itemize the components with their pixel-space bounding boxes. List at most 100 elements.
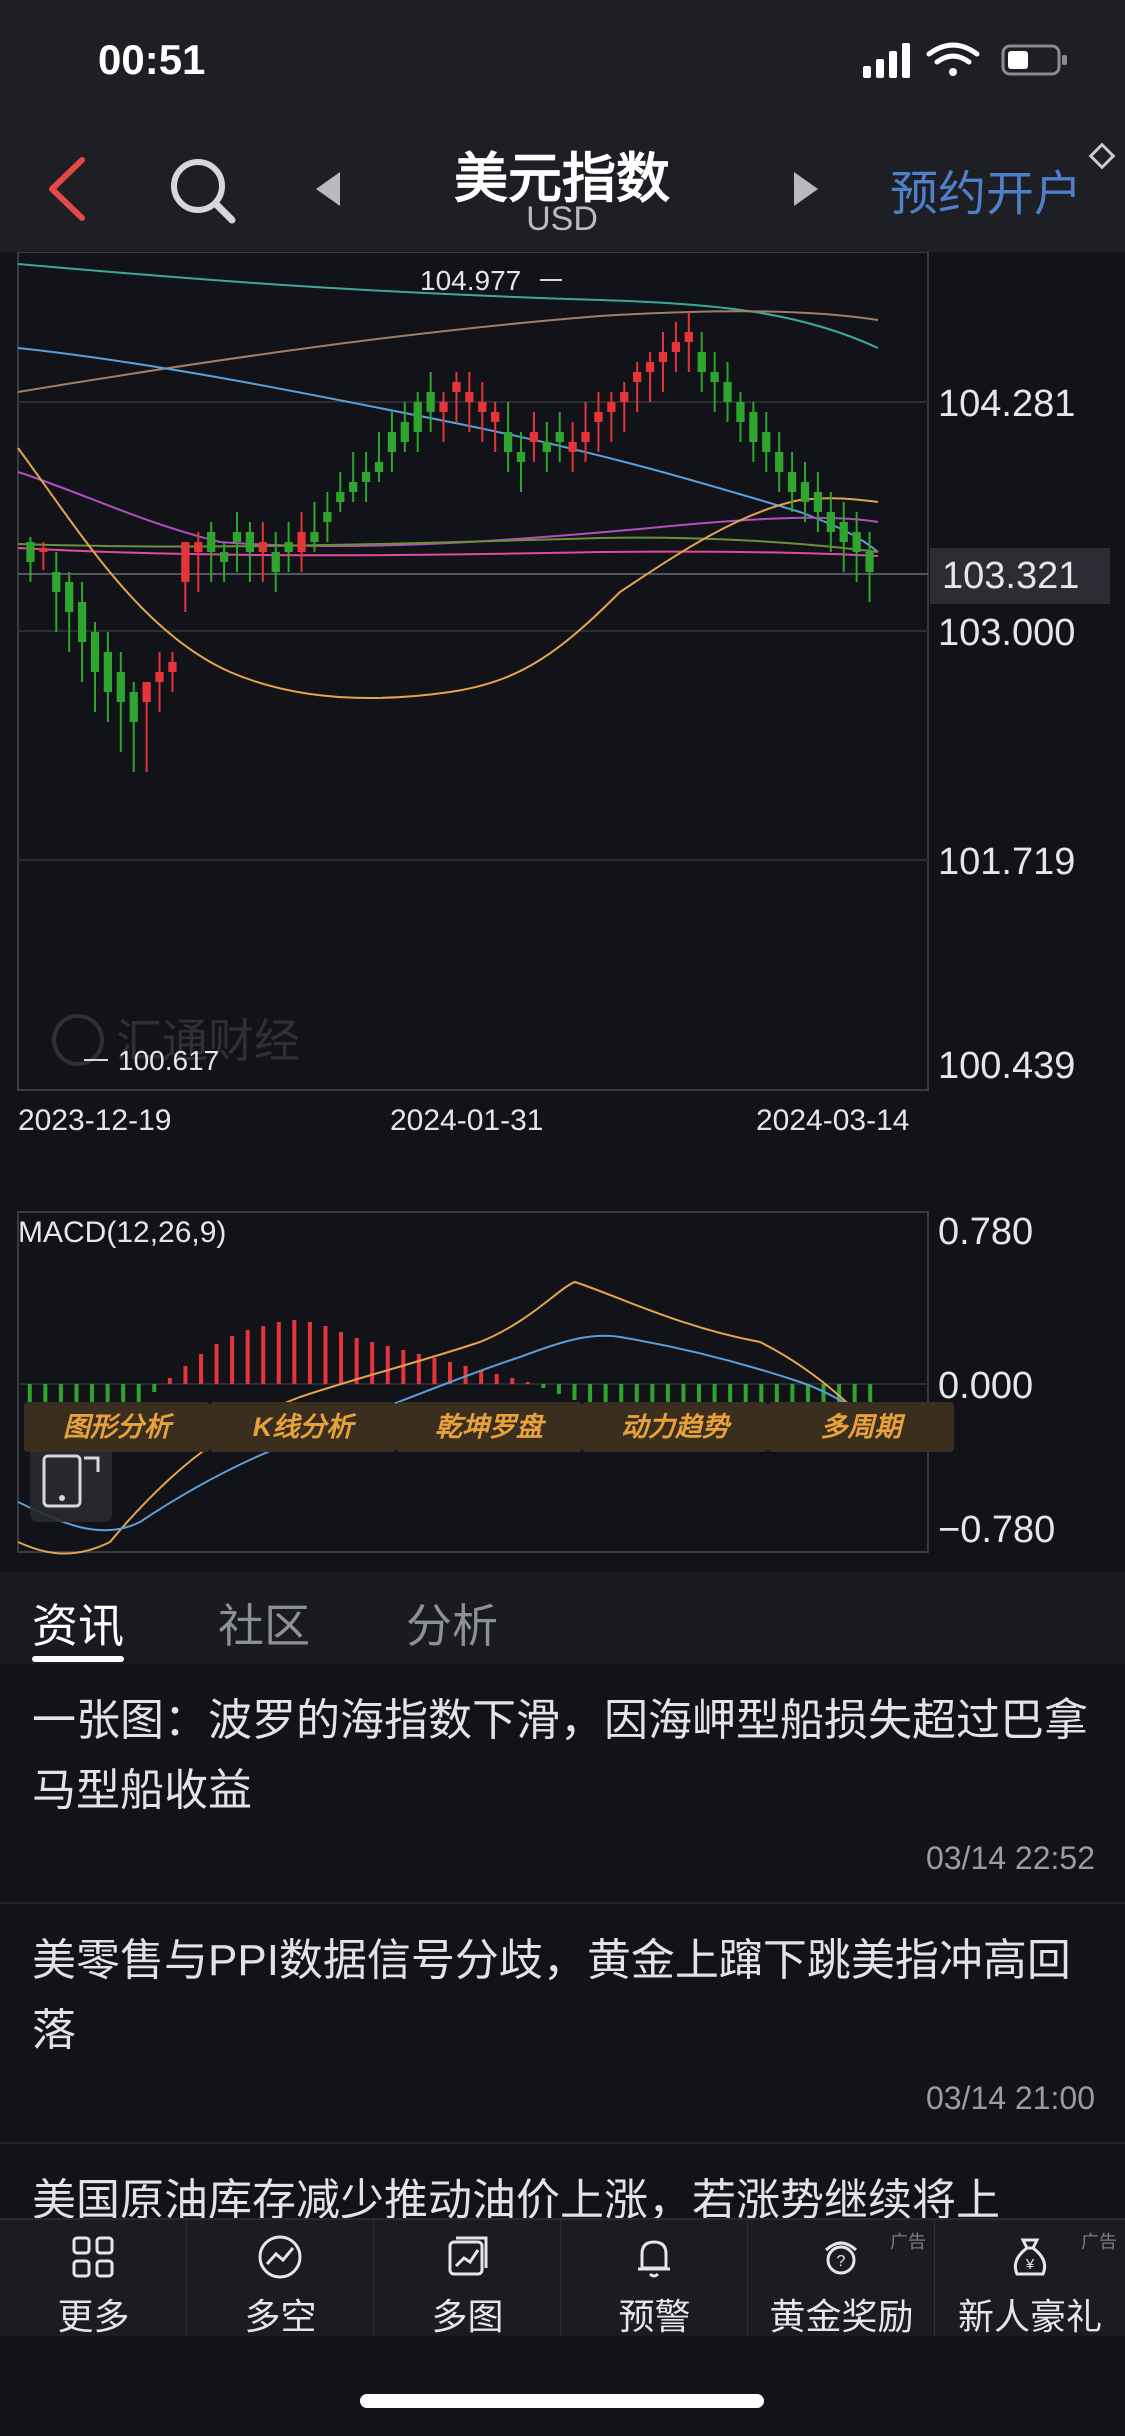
candle-body — [542, 442, 551, 452]
x-tick-label: 2023-12-19 — [18, 1104, 171, 1137]
low-price-label: 100.617 — [118, 1045, 219, 1076]
candle-body — [658, 352, 668, 362]
expand-icon[interactable] — [1088, 142, 1118, 172]
candle-body — [387, 432, 397, 452]
candle-body — [465, 392, 474, 402]
trend-circle-icon — [258, 2235, 302, 2279]
news-title: 一张图：波罗的海指数下滑，因海岬型船损失超过巴拿马型船收益 — [32, 1696, 1088, 1815]
y-tick-label: 103.000 — [938, 612, 1075, 654]
candle-body — [26, 542, 35, 562]
active-tab-indicator — [32, 1656, 124, 1662]
candle-body — [361, 472, 371, 482]
tool-button-compass[interactable]: 乾坤罗盘 — [396, 1402, 582, 1452]
tool-button-pattern-analysis[interactable]: 图形分析 — [24, 1402, 210, 1452]
back-icon[interactable] — [40, 154, 100, 224]
signal-icon — [863, 43, 910, 78]
candle-body — [568, 442, 577, 452]
news-time: 03/14 22:52 — [925, 1840, 1095, 1876]
ma-line-orange — [17, 447, 879, 699]
candle-body — [52, 572, 61, 592]
candle-body — [581, 432, 590, 442]
toolbar-label: 黄金奖励 — [769, 2296, 914, 2337]
tab-community[interactable]: 社区 — [218, 1590, 310, 1656]
candle-body — [749, 412, 758, 442]
high-price-label: 104.977 — [420, 265, 521, 296]
prev-symbol-icon[interactable] — [308, 166, 348, 212]
news-title: 美零售与PPI数据信号分歧，黄金上蹿下跳美指冲高回落 — [32, 1936, 1071, 2055]
candle-body — [555, 432, 564, 442]
candle-body — [826, 512, 835, 532]
news-time: 03/14 21:00 — [925, 2080, 1095, 2116]
candle-body — [413, 402, 422, 432]
tab-analysis[interactable]: 分析 — [406, 1590, 498, 1656]
candle-body — [426, 392, 435, 412]
toolbar-newbie-gift[interactable]: 广告 ¥ 新人豪礼 — [935, 2220, 1125, 2337]
home-area — [0, 2336, 1125, 2436]
reserve-account-button[interactable]: 预约开户 — [890, 154, 1082, 224]
main-chart-frame — [17, 252, 929, 1091]
grid-icon — [72, 2236, 114, 2278]
ad-tag: 广告 — [890, 2232, 926, 2252]
tab-news[interactable]: 资讯 — [32, 1590, 124, 1656]
list-item[interactable]: 美零售与PPI数据信号分歧，黄金上蹿下跳美指冲高回落 03/14 21:00 — [0, 1904, 1125, 2144]
candle-body — [491, 412, 500, 422]
candle-body — [323, 512, 332, 522]
list-item[interactable]: 美国原油库存减少推动油价上涨，若涨势继续将上 — [0, 2144, 1125, 2224]
toolbar-label: 更多 — [57, 2296, 130, 2337]
y-tick-label: 100.439 — [938, 1045, 1075, 1087]
toolbar-gold-reward[interactable]: 广告 ? 黄金奖励 — [748, 2220, 935, 2337]
candle-body — [800, 482, 810, 502]
wifi-icon — [926, 42, 980, 76]
candle-body — [452, 382, 461, 392]
ma-line-purple — [17, 471, 879, 548]
candle-body — [633, 372, 642, 382]
toolbar-long-short[interactable]: 多空 — [187, 2220, 374, 2337]
y-tick-label: 101.719 — [938, 841, 1075, 883]
candle-body — [219, 552, 229, 562]
candle-body — [194, 542, 203, 552]
toolbar-label: 新人豪礼 — [957, 2296, 1102, 2337]
next-symbol-icon[interactable] — [786, 166, 826, 212]
candle-body — [439, 402, 448, 412]
status-bar: 00:51 — [0, 0, 1125, 126]
current-price-label: 103.321 — [942, 555, 1079, 597]
candle-body — [787, 472, 797, 492]
candle-body — [155, 672, 164, 682]
toolbar-multi-chart[interactable]: 多图 — [374, 2220, 561, 2337]
list-item[interactable]: 一张图：波罗的海指数下滑，因海岬型船损失超过巴拿马型船收益 03/14 22:5… — [0, 1664, 1125, 1904]
tool-button-momentum[interactable]: 动力趋势 — [582, 1402, 768, 1452]
candle-body — [478, 402, 487, 412]
macd-tick-label: 0.780 — [938, 1211, 1033, 1253]
nav-bar: 美元指数 USD 预约开户 — [0, 126, 1125, 252]
tool-button-multi-period[interactable]: 多周期 — [768, 1402, 954, 1452]
battery-icon — [1001, 44, 1067, 76]
candle-body — [736, 402, 745, 422]
page-subtitle: USD — [526, 200, 598, 238]
candle-body — [271, 552, 280, 572]
candle-body — [349, 482, 358, 492]
candle-body — [400, 422, 409, 442]
candle-body — [710, 372, 719, 382]
home-indicator[interactable] — [360, 2394, 764, 2408]
ma-line-magenta — [17, 547, 879, 557]
search-icon[interactable] — [168, 156, 238, 226]
tool-button-kline-analysis[interactable]: K线分析 — [210, 1402, 396, 1452]
macd-label: MACD(12,26,9) — [18, 1216, 226, 1249]
price-chart[interactable]: 汇通财经 104.977 100.617 104.281 103.321 103… — [0, 252, 1125, 1572]
svg-text:¥: ¥ — [1025, 2256, 1035, 2273]
candle-body — [813, 492, 823, 512]
toolbar-alert[interactable]: 预警 — [561, 2220, 748, 2337]
candle-body — [697, 352, 706, 372]
candle-body — [839, 522, 848, 542]
analysis-tools: 图形分析 K线分析 乾坤罗盘 动力趋势 多周期 — [20, 1402, 1120, 1454]
candle-body — [103, 652, 113, 692]
candle-body — [607, 402, 616, 412]
candle-body — [852, 532, 861, 552]
toolbar-more[interactable]: 更多 — [0, 2220, 187, 2337]
ad-tag: 广告 — [1081, 2232, 1117, 2252]
candle-body — [374, 462, 384, 472]
candle-body — [297, 532, 306, 552]
candle-body — [116, 672, 125, 702]
toolbar-label: 多空 — [244, 2296, 317, 2337]
candle-body — [65, 582, 74, 612]
